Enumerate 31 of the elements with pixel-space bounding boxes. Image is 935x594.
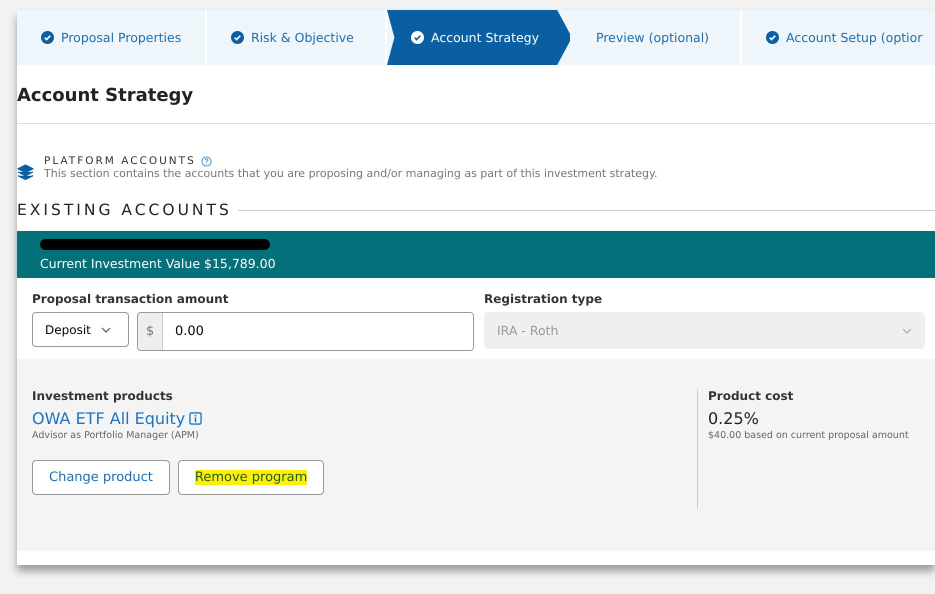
step-tab[interactable]: Proposal Properties	[17, 10, 207, 65]
check-circle-icon	[766, 31, 779, 44]
type-dropdown[interactable]: Deposit	[32, 312, 129, 347]
field-label: Product cost	[708, 389, 794, 403]
caret-icon	[100, 326, 111, 332]
step-tab[interactable]: Preview (optional)	[572, 10, 742, 65]
amount-field[interactable]: $ 0.00	[137, 312, 474, 351]
account-value: Current Investment Value $15,789.00	[40, 256, 277, 271]
step-tab[interactable]: Account Strategy	[387, 10, 572, 65]
check-circle-icon	[411, 31, 424, 44]
section-description: This section contains the accounts that you are proposing and/or managing as part of this investment strategy.	[44, 167, 658, 180]
help-icon[interactable]	[200, 156, 212, 166]
action-button[interactable]: Remove program	[178, 460, 324, 495]
layers-icon	[17, 164, 34, 181]
field-label: Investment products	[32, 389, 174, 403]
cost-note: $40.00 based on current proposal amount	[708, 430, 909, 441]
caret-icon	[902, 328, 912, 334]
check-circle-icon	[41, 31, 54, 44]
section-title: PLATFORM ACCOUNTS	[44, 155, 196, 167]
page-title: Account Strategy	[17, 84, 194, 108]
step-tab[interactable]: Account Setup (optior	[742, 10, 935, 65]
action-button[interactable]: Change product	[32, 460, 170, 495]
field-label: Proposal transaction amount	[32, 292, 230, 306]
section-heading: EXISTING ACCOUNTS	[17, 201, 232, 219]
check-circle-icon	[231, 31, 244, 44]
info-icon[interactable]	[189, 412, 202, 425]
cost-value: 0.25%	[708, 409, 760, 428]
field-label: Registration type	[484, 292, 604, 306]
product-link[interactable]: OWA ETF All Equity	[32, 409, 186, 428]
step-tab[interactable]: Risk & Objective	[207, 10, 387, 65]
product-subtitle: Advisor as Portfolio Manager (APM)	[32, 430, 200, 441]
